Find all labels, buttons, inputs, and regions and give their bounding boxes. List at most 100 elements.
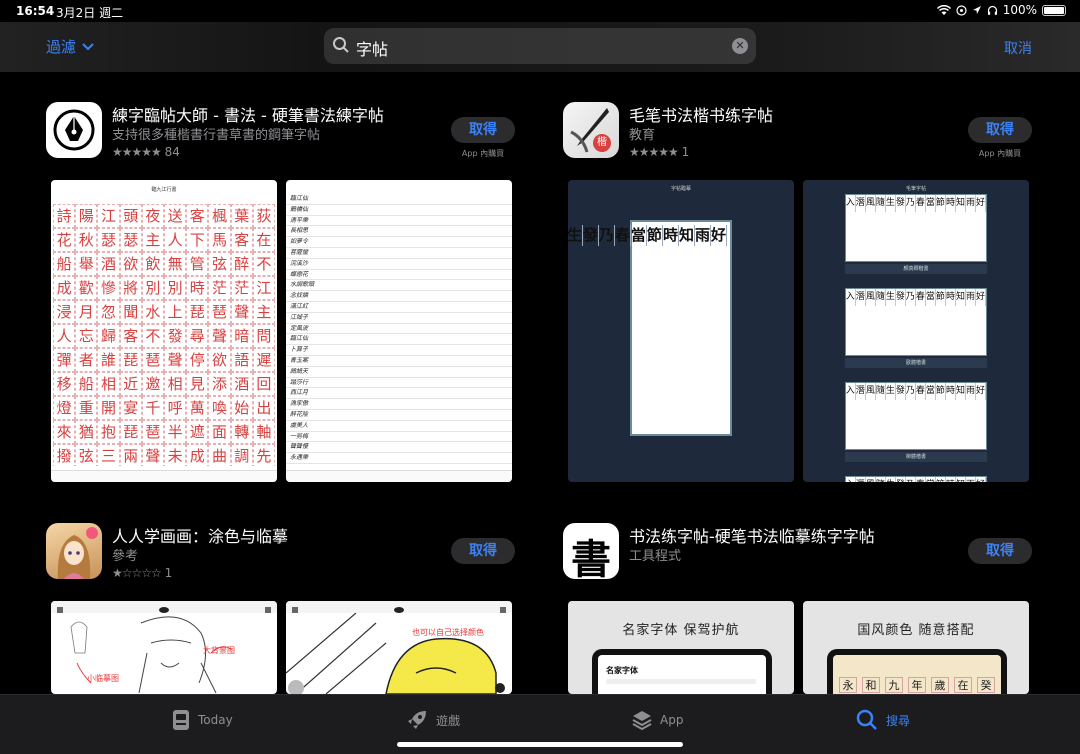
grid-character: 無 [164, 252, 187, 276]
app-subtitle: 支持很多種楷書行書草書的鋼筆字帖 [112, 128, 321, 143]
copybook-character: 知 [956, 477, 966, 482]
grid-character: 軸 [252, 420, 275, 444]
poem-character: 生 [568, 225, 583, 246]
get-button[interactable]: 取得 [968, 538, 1032, 564]
tab-today[interactable]: Today [172, 709, 233, 731]
status-bar: 16:54 3月2日 週二 100% [0, 0, 1080, 22]
app2-screenshot-right[interactable]: 毛筆字帖 好雨知時節當春乃發生隨風潛入夜潤物細無聲野徑雲俱黑江船火獨明曉看顏真卿… [803, 180, 1029, 482]
list-item[interactable]: 卜算子 [286, 345, 512, 356]
copybook-character: 時 [946, 477, 956, 482]
app-subtitle: 教育 [629, 128, 656, 143]
tab-label: 遊戲 [436, 713, 461, 728]
tab-search[interactable]: 搜尋 [856, 709, 910, 731]
list-item[interactable]: 浣溪沙 [286, 259, 512, 270]
today-icon [173, 710, 189, 730]
list-item[interactable]: 江城子 [286, 313, 512, 324]
copybook-character: 雨 [966, 195, 976, 212]
grid-character: 千 [141, 396, 164, 420]
in-app-purchase-label: App 內購買 [461, 149, 505, 158]
copybook-character: 時 [946, 383, 956, 400]
app-title: 練字臨帖大師 - 書法 - 硬筆書法練字帖 [112, 106, 384, 125]
app-layers-icon [632, 711, 652, 731]
grid-character: 添 [208, 372, 231, 396]
get-button[interactable]: 取得 [451, 538, 515, 564]
get-button[interactable]: 取得 [451, 117, 515, 143]
copybook-character: 發 [896, 477, 906, 482]
list-item[interactable]: 虞美人 [286, 421, 512, 432]
copybook-character: 當 [926, 477, 936, 482]
app4-screenshot-right[interactable]: 国风颜色 随意搭配 永和九年歲在癸 [803, 601, 1029, 694]
app-rating: ★★★★★ 84 [112, 145, 180, 159]
list-item[interactable]: 永遇樂 [286, 453, 512, 464]
filter-button[interactable]: 過濾 [46, 36, 94, 57]
app-result-3[interactable]: 人人学画画：涂色与临摹 參考 ★☆☆☆☆ 1 取得 [46, 523, 516, 583]
list-item[interactable]: 踏莎行 [286, 378, 512, 389]
grid-character: 客 [186, 204, 209, 228]
search-nav-bar: 過濾 字帖 ✕ 取消 [0, 22, 1080, 72]
cancel-button[interactable]: 取消 [1004, 38, 1032, 58]
copybook-card[interactable]: 好雨知時節當春乃發生隨風潛入夜潤物細無聲野徑雲俱黑江船火獨明曉看 [845, 194, 987, 262]
list-item[interactable]: 長相思 [286, 226, 512, 238]
list-item[interactable]: 菩薩蠻 [286, 248, 512, 259]
list-item[interactable]: 西江月 [286, 388, 512, 400]
app-title: 毛笔书法楷书练字帖 [629, 106, 774, 125]
app3-screenshot-right[interactable]: 也可以自己选择颜色 [286, 601, 512, 694]
copybook-character: 風 [866, 195, 876, 212]
copybook-character: 入 [846, 477, 856, 482]
app4-screenshot-left[interactable]: 名家字体 保驾护航 名家字体 [568, 601, 794, 694]
list-item[interactable]: 蝶戀花 [286, 270, 512, 281]
grid-character: 彈 [53, 348, 76, 372]
grid-character: 出 [252, 396, 275, 420]
list-item[interactable]: 鵲橋仙 [286, 205, 512, 216]
copybook-character: 節 [936, 477, 946, 482]
copybook-character: 入 [846, 195, 856, 212]
grid-character: 在 [252, 228, 275, 252]
calligraphy-poem-card: 好雨知時節當春乃發生隨風潛入夜潤物細無聲野徑雲俱黑江船火獨明曉看紅濕處花重錦官城 [568, 220, 732, 436]
app-result-1[interactable]: 練字臨帖大師 - 書法 - 硬筆書法練字帖 支持很多種楷書行書草書的鋼筆字帖 ★… [46, 102, 516, 162]
list-item[interactable]: 水調歌頭 [286, 280, 512, 292]
grid-character: 船 [53, 252, 76, 276]
app2-screenshot-left[interactable]: 字帖臨摹 好雨知時節當春乃發生隨風潛入夜潤物細無聲野徑雲俱黑江船火獨明曉看紅濕處… [568, 180, 794, 482]
list-item[interactable]: 聲聲慢 [286, 442, 512, 454]
app-result-2[interactable]: 楷 毛笔书法楷书练字帖 教育 ★★★★★ 1 取得 App 內購買 [563, 102, 1033, 162]
list-item[interactable]: 醉花陰 [286, 410, 512, 421]
list-item[interactable]: 一剪梅 [286, 432, 512, 443]
brush-icon [570, 108, 609, 153]
tab-games[interactable]: 遊戲 [406, 709, 460, 731]
copybook-card[interactable]: 好雨知時節當春乃發生隨風潛入夜潤物細無聲野徑雲俱黑江船火獨明曉看 [845, 476, 987, 482]
grid-character: 夜 [141, 204, 164, 228]
tab-apps[interactable]: App [632, 709, 683, 731]
tab-label: Today [198, 713, 233, 727]
list-item[interactable]: 定風波 [286, 324, 512, 335]
list-item[interactable]: 漁家傲 [286, 399, 512, 410]
copybook-character: 節 [936, 195, 946, 212]
list-item[interactable]: 青玉案 [286, 356, 512, 367]
list-item[interactable]: 清平樂 [286, 216, 512, 227]
copybook-card[interactable]: 好雨知時節當春乃發生隨風潛入夜潤物細無聲野徑雲俱黑江船火獨明曉看 [845, 288, 987, 356]
tab-label: 搜尋 [886, 713, 911, 728]
list-item[interactable]: 臨江仙 [286, 334, 512, 346]
search-field[interactable]: 字帖 ✕ [324, 28, 756, 64]
grid-character: 撥 [53, 444, 76, 466]
clear-search-icon[interactable]: ✕ [732, 38, 748, 54]
grid-character: 遮 [186, 420, 209, 444]
app1-screenshot-left[interactable]: 臨九江行書 詩陽江頭夜送客楓葉荻花秋瑟瑟主人下馬客在船舉酒欲飲無管弦醉不成歡慘將… [51, 180, 277, 482]
get-button[interactable]: 取得 [968, 117, 1032, 143]
app-result-4[interactable]: 書 书法练字帖-硬笔书法临摹练字字帖 工具程式 取得 [563, 523, 1033, 583]
copybook-character: 知 [956, 383, 966, 400]
app1-screenshot-right[interactable]: 臨江仙 鵲橋仙 清平樂 長相思 如夢令 菩薩蠻 浣溪沙 蝶戀花 水調歌頭 念奴嬌 滿江紅 江城子 定風波… [286, 180, 512, 482]
home-indicator[interactable] [397, 742, 683, 747]
grid-character: 相 [164, 372, 187, 396]
grid-character: 問 [252, 324, 275, 348]
list-item[interactable]: 滿江紅 [286, 302, 512, 313]
list-item[interactable]: 臨江仙 [286, 194, 512, 205]
list-item[interactable]: 鷓鴣天 [286, 367, 512, 378]
copybook-character: 生 [886, 477, 896, 482]
copybook-card[interactable]: 好雨知時節當春乃發生隨風潛入夜潤物細無聲野徑雲俱黑江船火獨明曉看 [845, 382, 987, 450]
search-query[interactable]: 字帖 [356, 36, 388, 60]
grid-character: 調 [230, 444, 253, 466]
list-item[interactable]: 念奴嬌 [286, 291, 512, 302]
rating-count: 1 [681, 145, 690, 159]
list-item[interactable]: 如夢令 [286, 237, 512, 248]
app3-screenshot-left[interactable]: 大背景图 小临摹图 [51, 601, 277, 694]
